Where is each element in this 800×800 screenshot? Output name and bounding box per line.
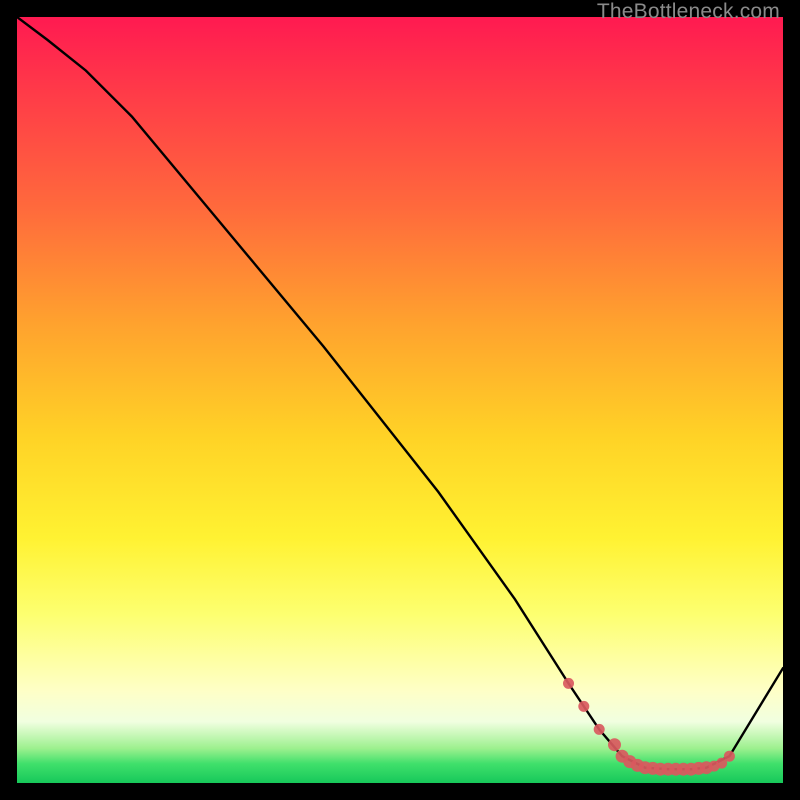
curve-path xyxy=(17,17,783,769)
marker-group xyxy=(563,678,735,776)
curve-path-group xyxy=(17,17,783,769)
watermark-text: TheBottleneck.com xyxy=(597,0,780,24)
marker-dot xyxy=(608,738,621,751)
marker-dot xyxy=(724,751,735,762)
plot-frame xyxy=(17,17,783,783)
marker-dot xyxy=(563,678,574,689)
marker-dot xyxy=(594,724,605,735)
bottleneck-curve-svg xyxy=(17,17,783,783)
marker-dot xyxy=(578,701,589,712)
